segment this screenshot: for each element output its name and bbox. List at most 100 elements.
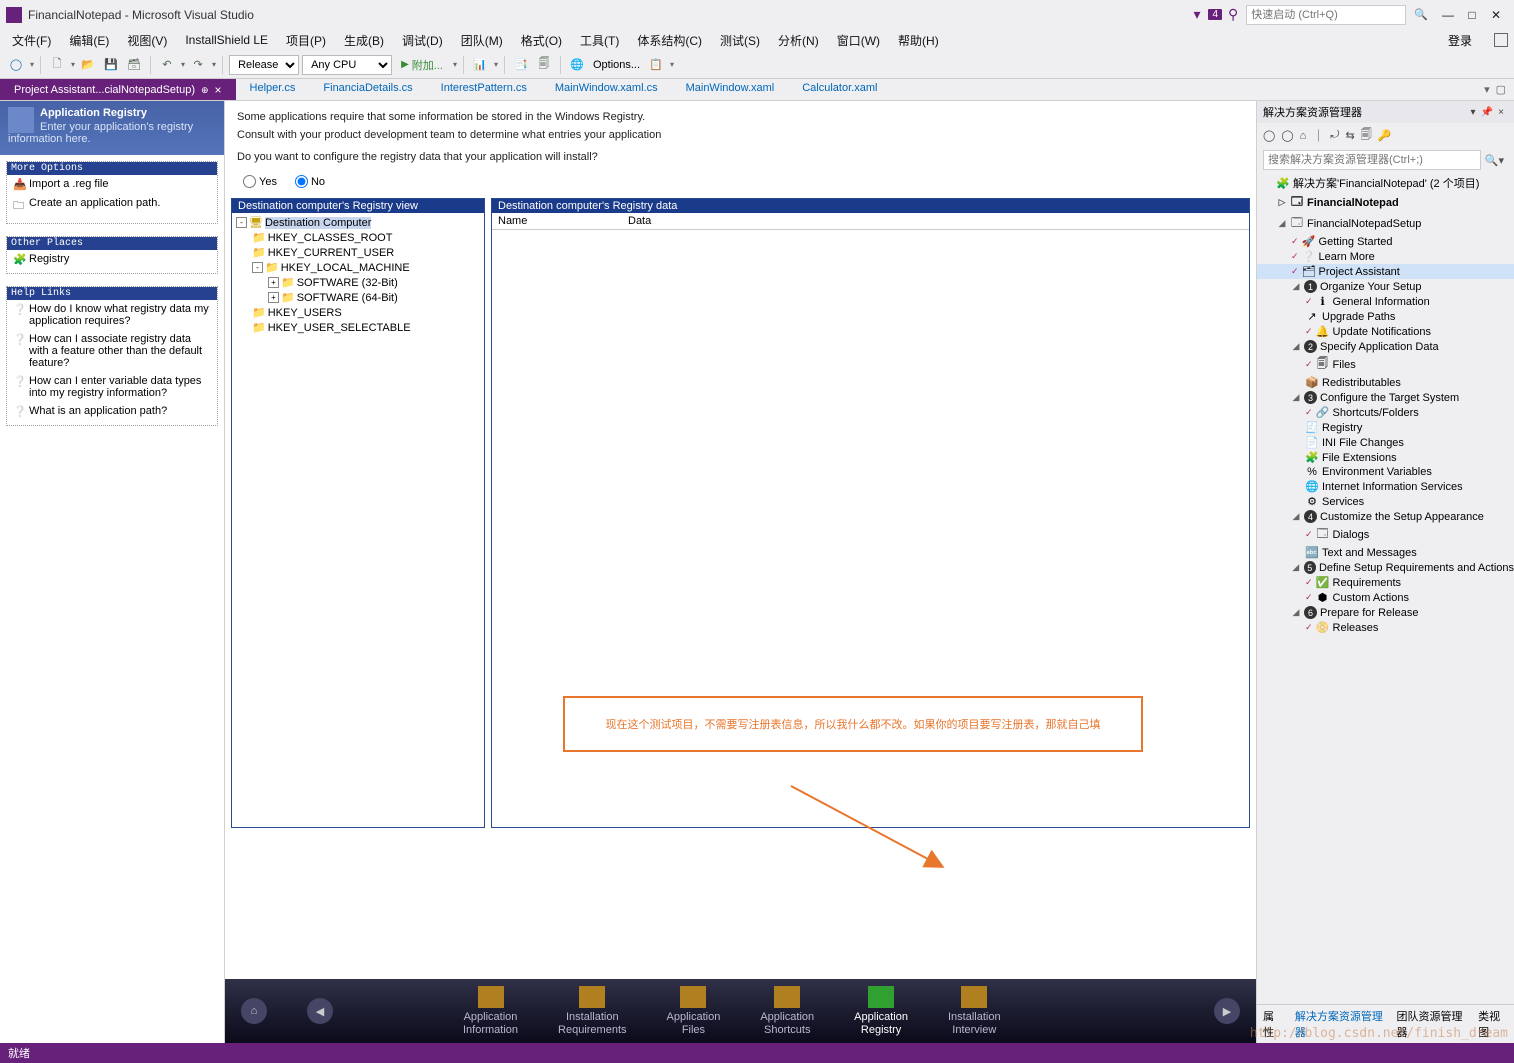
- step-back-button[interactable]: ◀: [307, 998, 333, 1024]
- step-install-req[interactable]: InstallationRequirements: [558, 986, 626, 1035]
- node-files[interactable]: ✓🗐Files: [1257, 354, 1514, 375]
- menu-project[interactable]: 项目(P): [280, 30, 332, 51]
- search-icon[interactable]: 🔍: [1414, 8, 1428, 21]
- tool-icon-1[interactable]: 📊: [470, 55, 490, 75]
- home-icon[interactable]: ⌂: [1300, 130, 1307, 142]
- properties-icon[interactable]: 🔑: [1378, 129, 1392, 142]
- step-app-info[interactable]: ApplicationInformation: [463, 986, 518, 1035]
- save-icon[interactable]: 💾: [101, 55, 121, 75]
- node-iis[interactable]: 🌐Internet Information Services: [1257, 479, 1514, 494]
- node-shortcuts[interactable]: ✓🔗Shortcuts/Folders: [1257, 405, 1514, 420]
- menu-tools[interactable]: 工具(T): [574, 30, 625, 51]
- node-text-messages[interactable]: 🔤Text and Messages: [1257, 545, 1514, 560]
- forward-icon[interactable]: ◯: [1281, 129, 1293, 142]
- menu-window[interactable]: 窗口(W): [831, 30, 886, 51]
- solution-search-input[interactable]: [1263, 150, 1481, 170]
- node-dialogs[interactable]: ✓🗔Dialogs: [1257, 524, 1514, 545]
- node-file-ext[interactable]: 🧩File Extensions: [1257, 450, 1514, 465]
- menu-view[interactable]: 视图(V): [121, 30, 173, 51]
- registry-tree[interactable]: -🖥Destination Computer 📁HKEY_CLASSES_ROO…: [232, 213, 484, 337]
- node-releases[interactable]: ✓📀Releases: [1257, 620, 1514, 635]
- close-icon[interactable]: ✕: [1484, 8, 1508, 22]
- project-node-1[interactable]: ▷🗔FinancialNotepad: [1257, 192, 1514, 213]
- close-tab-icon[interactable]: [215, 83, 222, 97]
- maximize-icon[interactable]: □: [1460, 8, 1484, 22]
- node-env-vars[interactable]: %Environment Variables: [1257, 465, 1514, 479]
- group-specify-data[interactable]: ◢2Specify Application Data: [1257, 339, 1514, 354]
- tab-interestpattern[interactable]: InterestPattern.cs: [427, 79, 541, 100]
- menu-debug[interactable]: 调试(D): [396, 30, 449, 51]
- step-app-registry[interactable]: ApplicationRegistry: [854, 986, 908, 1035]
- tab-financiadetails[interactable]: FinanciaDetails.cs: [309, 79, 426, 100]
- node-upgrade-paths[interactable]: ↗Upgrade Paths: [1257, 309, 1514, 324]
- config-dropdown[interactable]: Release: [229, 55, 299, 75]
- tool-icon-3[interactable]: 🗐: [534, 55, 554, 75]
- step-app-shortcuts[interactable]: ApplicationShortcuts: [760, 986, 814, 1035]
- platform-dropdown[interactable]: Any CPU: [302, 55, 392, 75]
- step-home-button[interactable]: ⌂: [241, 998, 267, 1024]
- solution-dropdown-icon[interactable]: ▢: [1496, 83, 1506, 96]
- menu-team[interactable]: 团队(M): [455, 30, 509, 51]
- solution-node[interactable]: 🧩解决方案'FinancialNotepad' (2 个项目): [1257, 174, 1514, 192]
- quick-launch-input[interactable]: [1246, 5, 1406, 25]
- menu-edit[interactable]: 编辑(E): [63, 30, 115, 51]
- options-button[interactable]: Options...: [590, 55, 643, 75]
- node-ini[interactable]: 📄INI File Changes: [1257, 435, 1514, 450]
- collapse-icon[interactable]: ⇆: [1345, 129, 1354, 142]
- project-node-2[interactable]: ◢🗔FinancialNotepadSetup: [1257, 213, 1514, 234]
- back-icon[interactable]: ◯: [6, 55, 26, 75]
- tool-icon-4[interactable]: 🌐: [567, 55, 587, 75]
- solution-tree[interactable]: 🧩解决方案'FinancialNotepad' (2 个项目) ▷🗔Financ…: [1257, 172, 1514, 1004]
- minimize-icon[interactable]: —: [1436, 8, 1460, 22]
- notifications-flag-icon[interactable]: ▾: [1193, 6, 1200, 23]
- tab-mainwindow-xaml[interactable]: MainWindow.xaml: [672, 79, 789, 100]
- tab-project-assistant[interactable]: Project Assistant...cialNotepadSetup): [0, 79, 236, 100]
- menu-architecture[interactable]: 体系结构(C): [631, 30, 708, 51]
- show-all-icon[interactable]: 🗐: [1361, 126, 1372, 145]
- pin-icon[interactable]: [201, 84, 209, 96]
- pin-icon[interactable]: 📌: [1480, 107, 1494, 118]
- search-icon[interactable]: 🔍▾: [1481, 154, 1508, 167]
- feedback-icon[interactable]: ⚲: [1228, 6, 1238, 23]
- tab-overflow-icon[interactable]: ▾: [1484, 83, 1490, 96]
- open-file-icon[interactable]: 📂: [78, 55, 98, 75]
- menu-test[interactable]: 测试(S): [714, 30, 766, 51]
- node-redistributables[interactable]: 📦Redistributables: [1257, 375, 1514, 390]
- tab-mainwindow-cs[interactable]: MainWindow.xaml.cs: [541, 79, 672, 100]
- group-define-req[interactable]: ◢5Define Setup Requirements and Actions: [1257, 560, 1514, 575]
- group-configure-target[interactable]: ◢3Configure the Target System: [1257, 390, 1514, 405]
- radio-yes[interactable]: Yes: [243, 175, 277, 188]
- menu-help[interactable]: 帮助(H): [892, 30, 945, 51]
- sign-in-link[interactable]: 登录: [1440, 30, 1480, 51]
- menu-build[interactable]: 生成(B): [338, 30, 390, 51]
- tab-helper[interactable]: Helper.cs: [236, 79, 310, 100]
- node-project-assistant[interactable]: ✓🗂Project Assistant: [1257, 264, 1514, 279]
- close-panel-icon[interactable]: ×: [1494, 107, 1508, 118]
- back-icon[interactable]: ◯: [1263, 129, 1275, 142]
- refresh-icon[interactable]: ⤾: [1330, 129, 1339, 142]
- panel-menu-icon[interactable]: ▾: [1466, 107, 1480, 118]
- node-learn-more[interactable]: ✓❔Learn More: [1257, 249, 1514, 264]
- node-requirements[interactable]: ✓✅Requirements: [1257, 575, 1514, 590]
- tab-calculator[interactable]: Calculator.xaml: [788, 79, 891, 100]
- notification-badge[interactable]: 4: [1208, 9, 1222, 20]
- create-app-path-link[interactable]: 🗀Create an application path.: [7, 194, 217, 219]
- node-general-info[interactable]: ✓ℹGeneral Information: [1257, 294, 1514, 309]
- node-update-notifications[interactable]: ✓🔔Update Notifications: [1257, 324, 1514, 339]
- node-getting-started[interactable]: ✓🚀Getting Started: [1257, 234, 1514, 249]
- group-organize[interactable]: ◢1Organize Your Setup: [1257, 279, 1514, 294]
- help-link-1[interactable]: ❔How do I know what registry data my app…: [7, 300, 217, 330]
- node-services[interactable]: ⚙Services: [1257, 494, 1514, 509]
- import-reg-link[interactable]: 📥Import a .reg file: [7, 175, 217, 194]
- menu-format[interactable]: 格式(O): [515, 30, 568, 51]
- step-forward-button[interactable]: ▶: [1214, 998, 1240, 1024]
- help-link-2[interactable]: ❔How can I associate registry data with …: [7, 330, 217, 372]
- node-custom-actions[interactable]: ✓⬢Custom Actions: [1257, 590, 1514, 605]
- tool-icon-2[interactable]: 📑: [511, 55, 531, 75]
- group-prepare[interactable]: ◢6Prepare for Release: [1257, 605, 1514, 620]
- step-app-files[interactable]: ApplicationFiles: [667, 986, 721, 1035]
- registry-link[interactable]: 🧩Registry: [7, 250, 217, 269]
- start-button[interactable]: 附加...: [395, 57, 449, 73]
- menu-installshield[interactable]: InstallShield LE: [179, 31, 274, 49]
- tool-icon-5[interactable]: 📋: [646, 55, 666, 75]
